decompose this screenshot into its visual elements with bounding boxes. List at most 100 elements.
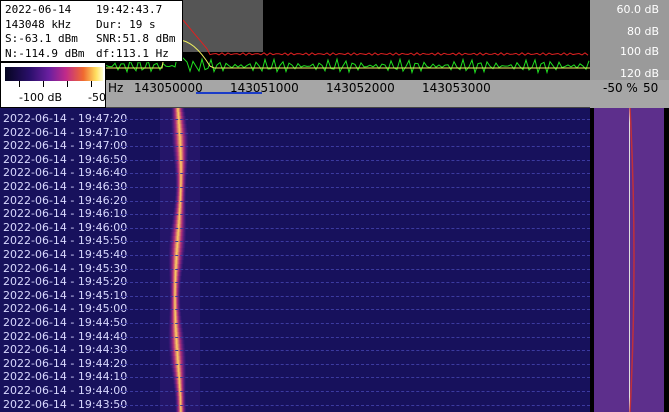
waterfall-signal-segment [175, 408, 187, 412]
waterfall-signal-segment [171, 128, 188, 132]
measurement-info-panel: 2022-06-14 19:42:43.7 143048 kHz Dur: 19 s… [0, 0, 183, 62]
db-scale-label: 80 dB [626, 25, 659, 38]
timestamp-label: 2022-06-14 - 19:44:40 [3, 329, 128, 343]
frequency-readout: 143048 kHz [5, 17, 72, 31]
waterfall-signal-segment [168, 352, 186, 356]
signal-readout: S:-63.1 dBm [5, 32, 78, 45]
timestamp-gridline [120, 173, 590, 175]
waterfall-signal-segment [171, 140, 189, 144]
frequency-axis[interactable]: Hz 143050000 143051000 143052000 1430530… [106, 80, 590, 108]
time-readout: 19:42:43.7 [96, 3, 163, 16]
timestamp-label: 2022-06-14 - 19:47:20 [3, 112, 128, 125]
waterfall-signal-segment [169, 288, 181, 292]
timestamp-gridline [120, 241, 590, 243]
waterfall-signal-segment [174, 164, 188, 168]
colorbar-min-label: -100 dB [19, 91, 62, 104]
waterfall-signal-segment [173, 204, 187, 208]
waterfall-signal-segment [170, 112, 186, 116]
timestamp-label: 2022-06-14 - 19:43:50 [3, 397, 128, 411]
waterfall-signal-segment [171, 220, 187, 224]
percent-left-label: -50 % [603, 81, 638, 95]
waterfall-signal-segment [171, 368, 187, 372]
waterfall-signal-segment [175, 180, 187, 184]
duration-readout: Dur: 19 s [96, 17, 156, 31]
waterfall-signal-segment [169, 356, 187, 360]
timestamp-gridline [120, 323, 590, 325]
timestamp-label: 2022-06-14 - 19:45:10 [3, 288, 128, 302]
waterfall-signal-segment [171, 372, 187, 376]
timestamp-gridline [120, 336, 590, 339]
timestamp-gridline [120, 227, 590, 230]
timestamp-gridline [120, 132, 590, 135]
waterfall-signal-segment [168, 264, 184, 268]
spectrum-highlight-region [183, 0, 263, 52]
percent-axis: -50 % 50 [590, 80, 669, 108]
timestamp-label: 2022-06-14 - 19:45:40 [3, 248, 128, 261]
waterfall-signal-segment [172, 148, 189, 152]
timestamp-label: 2022-06-14 - 19:46:30 [3, 180, 128, 193]
waterfall-signal-segment [168, 260, 184, 264]
timestamp-label: 2022-06-14 - 19:45:00 [3, 302, 128, 316]
timestamp-gridline [120, 268, 590, 271]
timestamp-gridline [120, 309, 590, 311]
date-readout: 2022-06-14 [5, 3, 72, 16]
waterfall-signal-segment [171, 136, 189, 140]
waterfall-signal-segment [168, 316, 182, 320]
timestamp-gridline [120, 255, 590, 257]
timestamp-gridline [120, 282, 590, 284]
db-scale-label: 100 dB [619, 45, 659, 58]
timestamp-gridline [120, 295, 590, 298]
waterfall-signal-segment [169, 276, 182, 280]
timestamp-label: 2022-06-14 - 19:44:20 [3, 356, 128, 370]
timestamp-label: 2022-06-14 - 19:46:40 [3, 166, 128, 180]
colorbar-legend[interactable]: -100 dB -50 [0, 62, 106, 108]
timestamp-label: 2022-06-14 - 19:44:30 [3, 343, 128, 357]
timestamp-gridline [120, 377, 590, 379]
timestamp-gridline [120, 159, 590, 162]
waterfall-signal-segment [174, 196, 187, 200]
timestamp-label: 2022-06-14 - 19:46:20 [3, 193, 128, 207]
timestamp-label: 2022-06-14 - 19:45:30 [3, 261, 128, 275]
db-scale: 60.0 dB 80 dB 100 dB 120 dB [590, 0, 669, 80]
waterfall-signal-segment [175, 176, 187, 180]
timestamp-label: 2022-06-14 - 19:45:50 [3, 234, 128, 248]
waterfall-signal-segment [168, 272, 183, 276]
waterfall-signal-segment [168, 340, 185, 344]
timestamp-label: 2022-06-14 - 19:44:10 [3, 370, 128, 384]
waterfall-signal-segment [168, 344, 186, 348]
deviation-curve [629, 108, 635, 412]
waterfall-signal-segment [170, 124, 188, 128]
timestamp-gridline [120, 404, 590, 407]
waterfall-signal-segment [169, 300, 181, 304]
timestamp-gridline [120, 200, 590, 203]
waterfall-signal-segment [173, 384, 186, 388]
waterfall-signal-segment [173, 208, 187, 212]
waterfall-signal-segment [172, 216, 187, 220]
percent-right-label: 50 [643, 81, 659, 95]
db-scale-label: 120 dB [619, 67, 659, 80]
timestamp-label: 2022-06-14 - 19:46:50 [3, 152, 128, 166]
timestamp-label: 2022-06-14 - 19:46:10 [3, 207, 128, 221]
timestamp-gridline [120, 119, 590, 121]
waterfall-signal-segment [168, 248, 186, 252]
timestamp-gridline [120, 146, 590, 148]
waterfall-signal-segment [175, 192, 187, 196]
waterfall-signal-segment [172, 152, 189, 156]
waterfall-signal-segment [168, 328, 184, 332]
timestamp-label: 2022-06-14 - 19:44:50 [3, 316, 128, 329]
waterfall-signal-segment [171, 108, 185, 112]
waterfall-signal-segment [174, 396, 186, 400]
waterfall-display[interactable]: 2022-06-14 - 19:47:20 2022-06-14 - 19:47:… [0, 108, 590, 412]
frequency-unit-label: Hz [108, 81, 124, 95]
waterfall-signal-segment [174, 168, 188, 172]
timestamp-label: 2022-06-14 - 19:47:00 [3, 139, 128, 153]
colorbar-gradient [5, 67, 103, 81]
timestamp-gridline [120, 187, 590, 189]
waterfall-signal-segment [168, 332, 184, 336]
waterfall-signal-segment [169, 232, 187, 236]
df-readout: df:113.1 Hz [96, 46, 169, 60]
timestamp-label: 2022-06-14 - 19:44:00 [3, 384, 128, 397]
db-scale-label: 60.0 dB [616, 3, 659, 16]
colorbar-max-label: -50 [88, 91, 106, 104]
noise-readout: N:-114.9 dBm [5, 46, 85, 60]
